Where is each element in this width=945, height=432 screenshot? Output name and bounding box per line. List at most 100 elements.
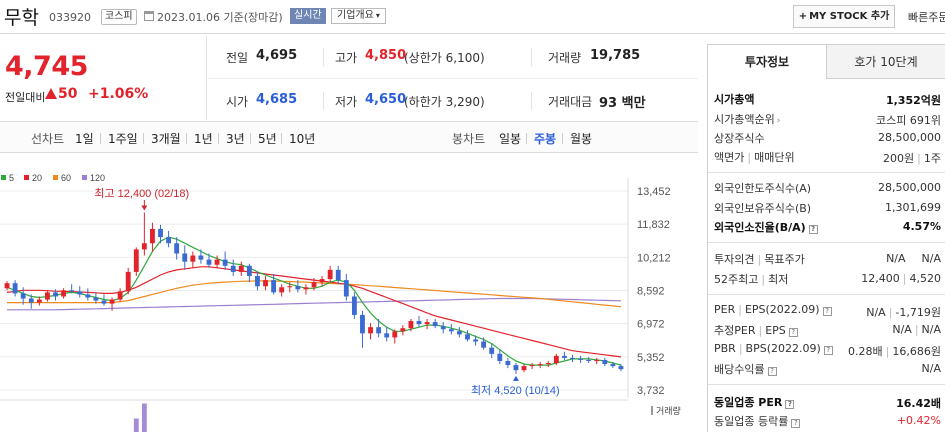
tab-1day[interactable]: 1일 <box>75 130 94 147</box>
tab-invest-info[interactable]: 투자정보 <box>708 45 827 79</box>
candle-body <box>561 355 567 358</box>
shares-label: 상장주식수 <box>714 132 765 145</box>
price-chart[interactable]: 5 20 60 120 13,452 11,832 10,212 8,592 6,972 5,3… <box>0 168 698 432</box>
low-label: 저가 <box>335 95 358 109</box>
realtime-button[interactable]: 실시간 <box>290 8 326 24</box>
candle-body <box>618 366 624 370</box>
opinion-target-row: 투자의견 | 목표주가 <box>714 251 805 267</box>
low-annotation: 최저 4,520 (10/14) <box>471 384 560 397</box>
candle-body <box>77 291 83 295</box>
tab-5year[interactable]: 5년 <box>258 130 277 147</box>
market-badge: 코스피 <box>101 9 137 25</box>
candle-body <box>45 292 50 300</box>
open-label: 시가 <box>226 95 249 109</box>
tab-monthly-candle[interactable]: 월봉 <box>570 130 592 147</box>
candle-body <box>206 259 212 265</box>
candle-body <box>610 364 616 367</box>
y-tick-label: 5,352 <box>637 352 665 364</box>
par-label: 액면가 <box>714 151 745 164</box>
foreign-limit-value: 28,500,000 <box>878 181 941 194</box>
eps-value: -1,719원 <box>895 306 941 319</box>
candle-body <box>4 283 10 289</box>
sector-per-value: 16.42배 <box>896 397 941 410</box>
eps-label: EPS(2022.09) <box>744 303 820 316</box>
sector-rate-label: 동일업종 등락률 <box>714 415 789 428</box>
tab-3year[interactable]: 3년 <box>226 130 245 147</box>
legend-label: 5 <box>9 173 14 183</box>
quote-divider <box>323 92 324 110</box>
opinion-label: 투자의견 <box>714 253 755 266</box>
foreign-ratio-row[interactable]: 외국인소진율(B/A)? <box>714 219 818 235</box>
ma120-line <box>7 297 622 311</box>
tab-divider <box>186 133 187 144</box>
volume-bar <box>133 418 139 432</box>
high-value: 4,850 <box>365 48 407 63</box>
pipe-divider: | <box>738 303 742 316</box>
candle-body <box>360 314 365 334</box>
pbr-value: 0.28배 <box>848 345 883 358</box>
legend-label: 20 <box>32 173 42 183</box>
help-icon[interactable]: ? <box>788 328 798 337</box>
help-icon[interactable]: ? <box>808 225 818 234</box>
pipe-divider: | <box>888 306 893 319</box>
dividend-row[interactable]: 배당수익률? <box>714 361 777 377</box>
est-per-values: N/A | N/A <box>892 323 941 336</box>
sector-per-row[interactable]: 동일업종 PER? <box>714 394 795 410</box>
tab-weekly-candle[interactable]: 주봉 <box>534 130 556 147</box>
candle-body <box>109 299 115 304</box>
week52-high-value: 12,400 <box>861 272 900 285</box>
help-icon[interactable]: ? <box>791 419 801 428</box>
help-icon[interactable]: ? <box>767 367 777 376</box>
dividend-value: N/A <box>921 362 941 375</box>
candle-body <box>351 296 357 315</box>
per-value: N/A <box>866 306 886 319</box>
panel-divider <box>708 242 945 243</box>
tab-daily-candle[interactable]: 일봉 <box>499 130 521 147</box>
unit-value: 1주 <box>923 152 941 165</box>
cap-rank-row[interactable]: 시가총액순위 › <box>714 111 780 127</box>
tab-10year[interactable]: 10년 <box>289 130 315 147</box>
legend-label: 60 <box>61 173 71 183</box>
chevron-right-icon: › <box>776 116 781 126</box>
ma-lines <box>6 236 622 366</box>
help-icon[interactable]: ? <box>823 346 833 355</box>
tab-order-book[interactable]: 호가 10단계 <box>827 45 945 79</box>
pbr-bps-values: 0.28배 | 16,686원 <box>848 343 941 359</box>
help-icon[interactable]: ? <box>785 400 795 409</box>
dividend-label: 배당수익률 <box>714 363 765 376</box>
legend-swatch <box>82 175 87 180</box>
foreign-ratio-value: 4.57% <box>902 220 941 233</box>
stock-name: 무학 <box>4 7 39 29</box>
tab-1year[interactable]: 1년 <box>194 130 213 147</box>
candle-body <box>408 321 414 329</box>
tab-1week[interactable]: 1주일 <box>108 130 138 147</box>
y-tick-label: 10,212 <box>637 252 671 264</box>
target-label: 목표주가 <box>764 253 805 266</box>
per-eps-row[interactable]: PER | EPS(2022.09)? <box>714 303 832 316</box>
candle-body <box>190 255 196 262</box>
candle-body <box>570 357 575 359</box>
opinion-value: N/A <box>886 252 906 265</box>
quick-order-link[interactable]: 빠른주문 <box>908 9 945 25</box>
plus-icon: + <box>798 11 808 22</box>
volume-axis-label: 거래량 <box>651 404 681 417</box>
est-per-row[interactable]: 추정PER | EPS? <box>714 322 798 338</box>
candle-body <box>489 347 495 354</box>
foreign-hold-value: 1,301,699 <box>885 201 941 214</box>
candle-body <box>594 359 600 361</box>
company-info-button[interactable]: 기업개요 ▾ <box>331 8 386 24</box>
pipe-divider: | <box>914 323 919 336</box>
y-tick-label: 8,592 <box>637 286 665 298</box>
help-icon[interactable]: ? <box>822 307 832 316</box>
high-arrow-head <box>141 205 148 211</box>
low-arrow-head <box>512 375 519 381</box>
add-mystock-button[interactable]: + MY STOCK 추가 <box>793 5 895 28</box>
y-axis-ticks: 13,452 11,832 10,212 8,592 6,972 5,352 3,732 <box>637 186 671 397</box>
pbr-bps-row[interactable]: PBR | BPS(2022.09)? <box>714 342 833 355</box>
quote-divider <box>531 92 532 110</box>
par-unit-row: 액면가 | 매매단위 <box>714 149 795 165</box>
week52-high-label: 52주최고 <box>714 273 759 286</box>
pipe-divider: | <box>917 152 921 165</box>
tab-3month[interactable]: 3개월 <box>151 130 181 147</box>
sector-rate-row[interactable]: 동일업종 등락률? <box>714 413 801 429</box>
